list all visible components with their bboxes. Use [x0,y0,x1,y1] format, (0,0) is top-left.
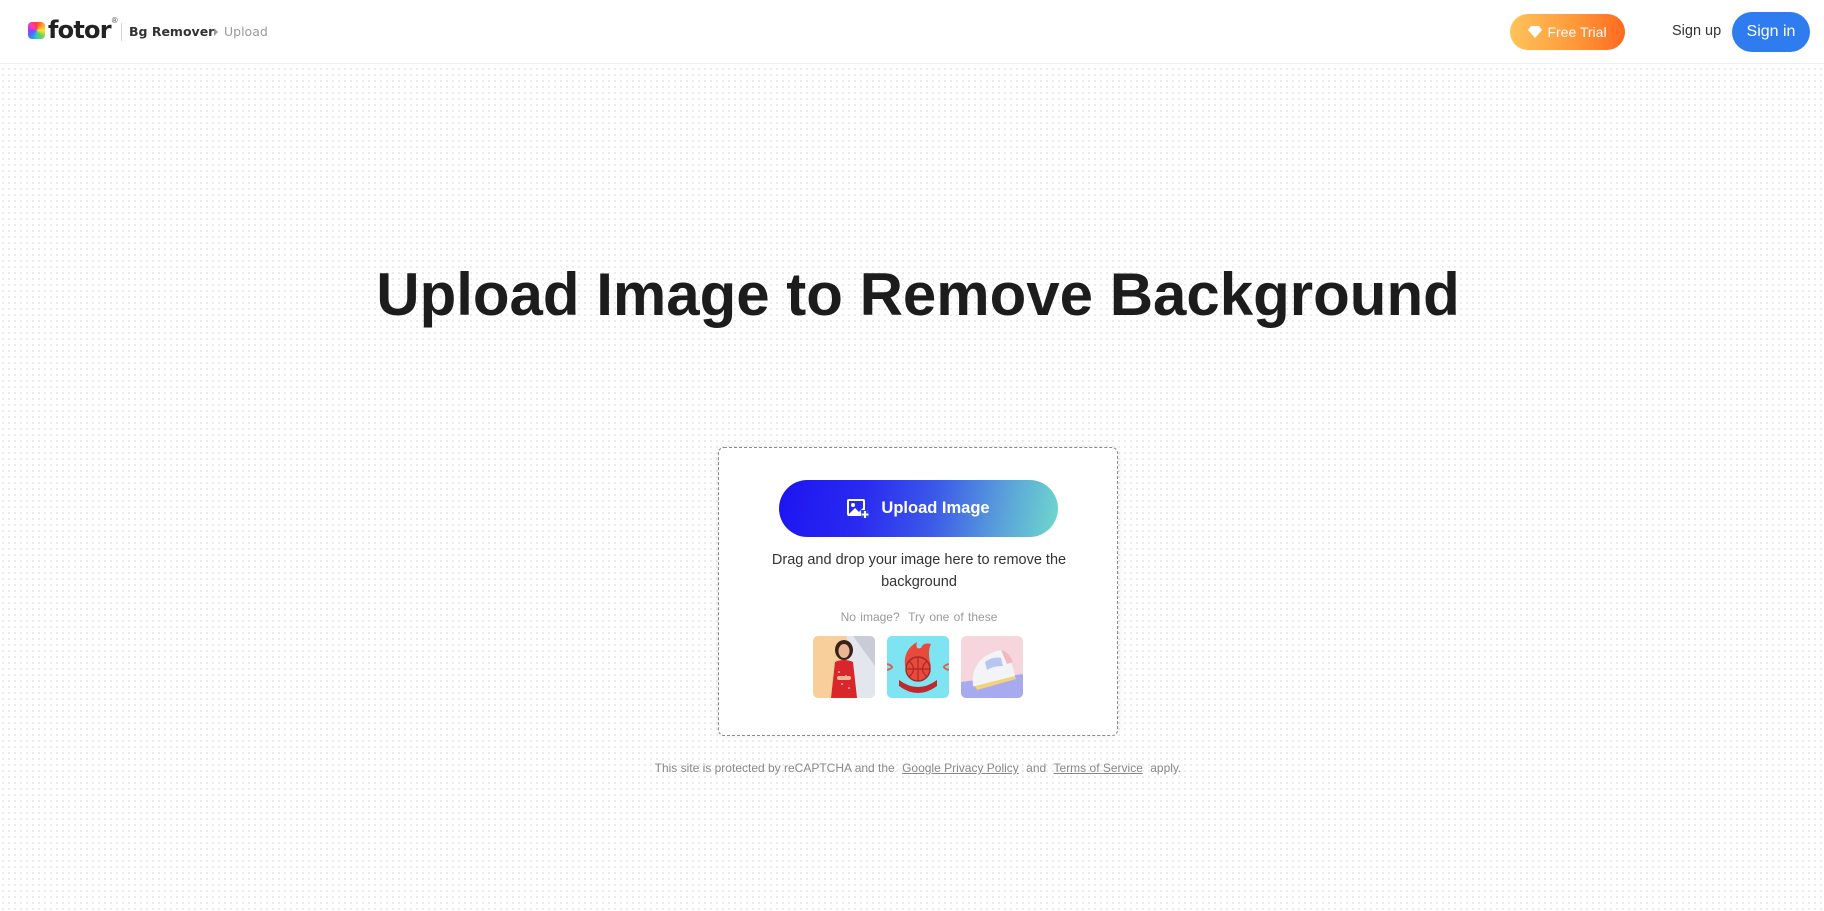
sneaker-thumbnail [961,636,1023,698]
sample-image-woman[interactable] [813,636,875,698]
logo-mark-icon [28,21,45,39]
terms-of-service-link[interactable]: Terms of Service [1054,761,1143,775]
recaptcha-notice: This site is protected by reCAPTCHA and … [0,761,1824,775]
logo-text: fotor [48,16,112,44]
image-add-icon [847,498,870,518]
breadcrumb-current: Upload [224,24,268,39]
basketball-thumbnail [887,636,949,698]
upload-image-button[interactable]: Upload Image [779,480,1058,537]
upload-drop-zone[interactable]: Upload Image Drag and drop your image he… [718,447,1118,736]
sign-up-link[interactable]: Sign up [1672,23,1721,39]
sample-images [813,636,1023,698]
drop-hint-text: Drag and drop your image here to remove … [771,552,1067,590]
fotor-logo[interactable]: fotor ® [28,15,118,44]
free-trial-button[interactable]: Free Trial [1510,14,1625,50]
gem-icon [1528,26,1543,38]
try-samples-label: No image? Try one of these [840,610,998,624]
sample-image-sneaker[interactable] [961,636,1023,698]
caret-right-icon [214,28,218,36]
top-nav: fotor ® Bg Remover Upload Free Trial Sig… [0,0,1824,64]
woman-thumbnail [813,636,875,698]
google-privacy-policy-link[interactable]: Google Privacy Policy [902,761,1019,775]
legal-prefix: This site is protected by reCAPTCHA and … [654,761,895,775]
legal-suffix: apply. [1150,761,1182,775]
sample-image-basketball[interactable] [887,636,949,698]
free-trial-label: Free Trial [1547,24,1607,40]
breadcrumb-product-link[interactable]: Bg Remover [129,24,214,39]
page-title: Upload Image to Remove Background [376,261,1460,328]
legal-and: and [1026,761,1047,775]
logo-divider [121,23,122,41]
registered-mark: ® [111,15,118,25]
sign-in-button[interactable]: Sign in [1732,12,1810,52]
upload-image-label: Upload Image [881,499,990,517]
